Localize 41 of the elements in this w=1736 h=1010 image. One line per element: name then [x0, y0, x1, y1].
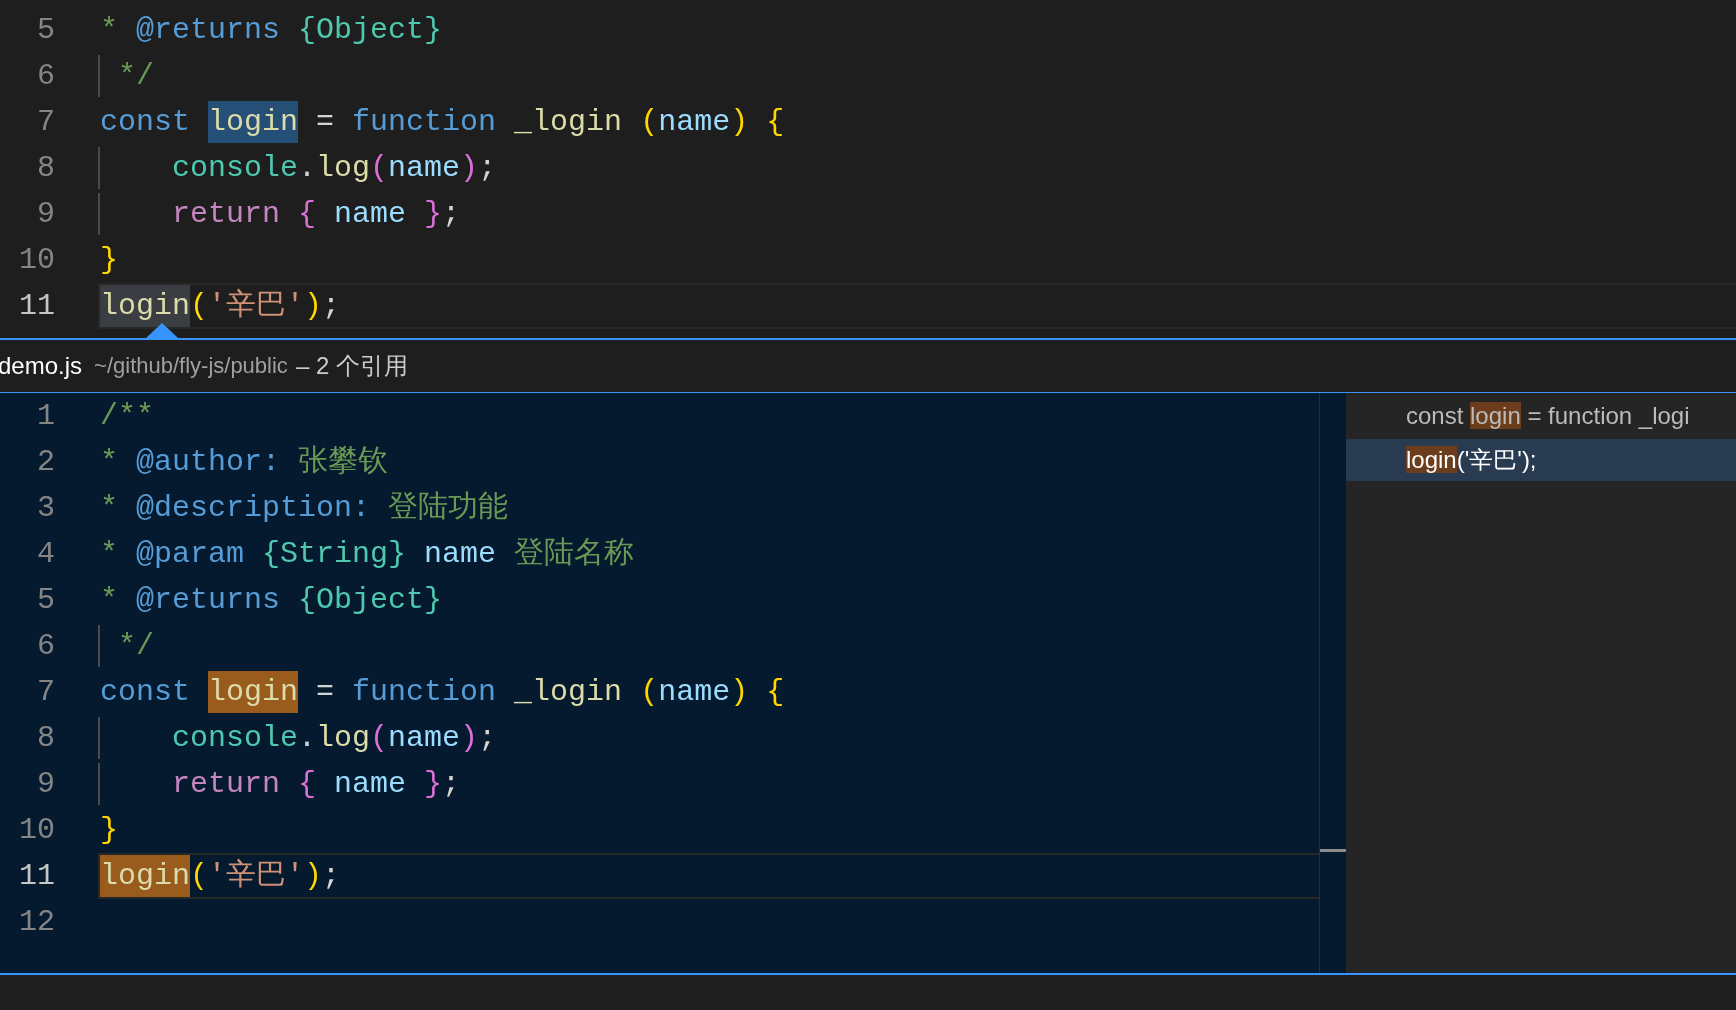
code-line: const login = function _login (name) {	[98, 99, 1736, 145]
line-number: 12	[18, 904, 56, 941]
line-number: 11	[18, 288, 56, 325]
line-number: 1	[36, 398, 56, 435]
code-line: */	[117, 628, 155, 665]
line-number: 10	[18, 812, 56, 849]
reference-item[interactable]: const login = function _logi	[1346, 395, 1736, 437]
code-line: }	[99, 242, 119, 279]
code-line: * @description: 登陆功能	[99, 490, 510, 527]
file-path: ~/github/fly-js/public	[94, 353, 288, 379]
code-line: console.log(name);	[171, 720, 498, 757]
code-line: return { name };	[171, 196, 462, 233]
code-line: console.log(name);	[171, 150, 498, 187]
reference-count: – 2 个引用	[295, 351, 408, 381]
line-number: 5	[36, 582, 56, 619]
code-line: login('辛巴');	[98, 853, 1319, 899]
line-number: 8	[36, 150, 56, 187]
line-number: 9	[36, 196, 56, 233]
code-line: }	[99, 812, 119, 849]
line-number: 6	[36, 58, 56, 95]
line-number: 3	[36, 490, 56, 527]
line-number: 7	[36, 674, 56, 711]
line-number: 2	[36, 444, 56, 481]
code-line: */	[117, 58, 155, 95]
reference-item[interactable]: login('辛巴');	[1346, 439, 1736, 481]
line-number: 7	[36, 104, 56, 141]
code-line: /**	[99, 398, 155, 435]
line-number: 5	[36, 12, 56, 49]
line-number: 4	[36, 536, 56, 573]
code-line: const login = function _login (name) {	[98, 669, 1319, 715]
code-line: login('辛巴');	[98, 283, 1736, 329]
line-number: 8	[36, 720, 56, 757]
line-number: 9	[36, 766, 56, 803]
line-number: 10	[18, 242, 56, 279]
code-line: return { name };	[171, 766, 462, 803]
code-line: * @author: 张攀钦	[99, 444, 390, 481]
code-line: * @param {String} name 登陆名称	[99, 536, 636, 573]
code-line: * @returns {Object}	[99, 12, 444, 49]
line-number: 11	[18, 858, 56, 895]
line-number: 6	[36, 628, 56, 665]
code-line: * @returns {Object}	[99, 582, 444, 619]
